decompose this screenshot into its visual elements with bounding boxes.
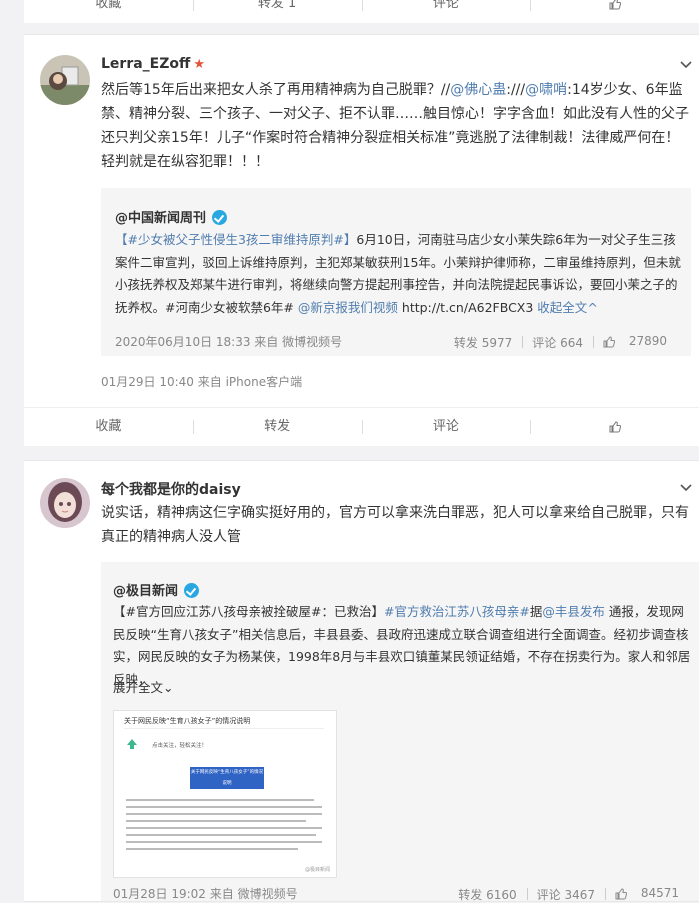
quoted-image[interactable]: 关于网民反映“生育八孩女子”的情况说明 点击关注，轻松关注！ 关于网民反映“生育… (113, 710, 337, 878)
weibo-post: 每个我都是你的daisy 说实话，精神病这仨字确实挺好用的，官方可以拿来洗白罪恶… (24, 460, 699, 902)
quoted-source[interactable]: @中国新闻周刊 (115, 207, 228, 226)
quoted-source[interactable]: @极目新闻 (113, 580, 200, 599)
username[interactable]: Lerra_EZoff ★ (101, 56, 205, 72)
quoted-like[interactable]: 27890 (592, 334, 687, 351)
mention-link[interactable]: @新京报我们视频 (298, 300, 398, 315)
chevron-down-icon[interactable] (679, 480, 693, 494)
avatar-image (40, 55, 90, 105)
mention-link[interactable]: @啸哨 (525, 82, 567, 98)
post-text: 说实话，精神病这仨字确实挺好用的，官方可以拿来洗白罪恶，犯人可以拿来给自己脱罪，… (101, 505, 689, 545)
follow-text: 点击关注，轻松关注！ (152, 743, 208, 749)
post-action-bar: 收藏 转发 评论 (24, 407, 699, 446)
quoted-stats: 转发 5977 评论 664 27890 (444, 334, 687, 351)
hashtag-link[interactable]: 【#少女被父子性侵生3孩二审维持原判#】 (115, 232, 356, 247)
hashtag-link[interactable]: #官方救治江苏八孩母亲# (384, 604, 530, 619)
chevron-down-icon[interactable] (679, 57, 693, 71)
post-time[interactable]: 01月29日 10:40 来自 iPhone客户端 (101, 373, 302, 390)
url-link[interactable]: http://t.cn/A62FBCX3 (402, 300, 533, 315)
collapse-link[interactable]: 收起全文^ (537, 300, 598, 315)
verified-icon (212, 210, 228, 225)
quoted-comment[interactable]: 评论 3467 (526, 886, 605, 903)
image-body-lines (126, 799, 322, 855)
star-badge-icon: ★ (193, 57, 206, 72)
image-banner: 关于网民反映“生育八孩女子”的情况说明 (190, 767, 264, 789)
avatar[interactable] (40, 478, 90, 528)
quoted-comment[interactable]: 评论 664 (522, 334, 593, 351)
collect-button[interactable]: 收藏 (24, 0, 193, 23)
like-button[interactable] (530, 0, 699, 23)
expand-link[interactable]: 展开全文⌄ (113, 677, 174, 700)
post-text: 然后等15年后出来把女人杀了再用精神病为自己脱罪？//@佛心蛊:///@啸哨:1… (101, 82, 689, 170)
quoted-stats: 转发 6160 评论 3467 84571 (448, 886, 699, 903)
avatar-image (40, 478, 90, 528)
comment-button[interactable]: 评论 (361, 408, 531, 446)
quoted-time: 2020年06月10日 18:33 来自 微博视频号 (115, 335, 343, 349)
mention-link[interactable]: @丰县发布 (542, 604, 605, 619)
thumbs-up-icon (609, 0, 621, 9)
username[interactable]: 每个我都是你的daisy (101, 479, 241, 499)
verified-icon (184, 583, 200, 598)
comment-button[interactable]: 评论 (361, 0, 531, 23)
quoted-repost[interactable]: 转发 5977 (444, 334, 522, 351)
quoted-repost[interactable]: 转发 6160 (448, 886, 526, 903)
thumbs-up-icon (609, 420, 621, 432)
repost-button[interactable]: 转发 1 (192, 0, 362, 23)
thumbs-up-icon (603, 335, 615, 347)
quoted-like[interactable]: 84571 (604, 886, 699, 903)
quoted-time: 01月28日 19:02 来自 微博视频号 (113, 887, 298, 901)
quoted-text: 【#官方回应江苏八孩母亲被拴破屋#：已救治】#官方救治江苏八孩母亲#据@丰县发布… (113, 604, 691, 687)
repost-button[interactable]: 转发 (192, 408, 362, 446)
avatar[interactable] (40, 55, 90, 105)
collect-button[interactable]: 收藏 (24, 408, 193, 446)
top-action-bar: 收藏 转发 1 评论 (24, 0, 699, 23)
quoted-post[interactable]: @中国新闻周刊 【#少女被父子性侵生3孩二审维持原判#】6月10日，河南驻马店少… (101, 188, 691, 356)
quoted-post[interactable]: @极目新闻 【#官方回应江苏八孩母亲被拴破屋#：已救治】#官方救治江苏八孩母亲#… (101, 562, 699, 903)
image-watermark: @极目新闻 (304, 867, 330, 873)
mention-link[interactable]: @佛心蛊 (450, 82, 506, 98)
arrow-up-icon (127, 739, 137, 749)
like-button[interactable] (530, 408, 699, 446)
weibo-post: Lerra_EZoff ★ 然后等15年后出来把女人杀了再用精神病为自己脱罪？//… (24, 34, 699, 408)
divider (124, 728, 324, 729)
image-title: 关于网民反映“生育八孩女子”的情况说明 (124, 717, 251, 725)
quoted-text: 【#少女被父子性侵生3孩二审维持原判#】6月10日，河南驻马店少女小茉失踪6年为… (115, 232, 681, 315)
thumbs-up-icon (615, 887, 627, 899)
